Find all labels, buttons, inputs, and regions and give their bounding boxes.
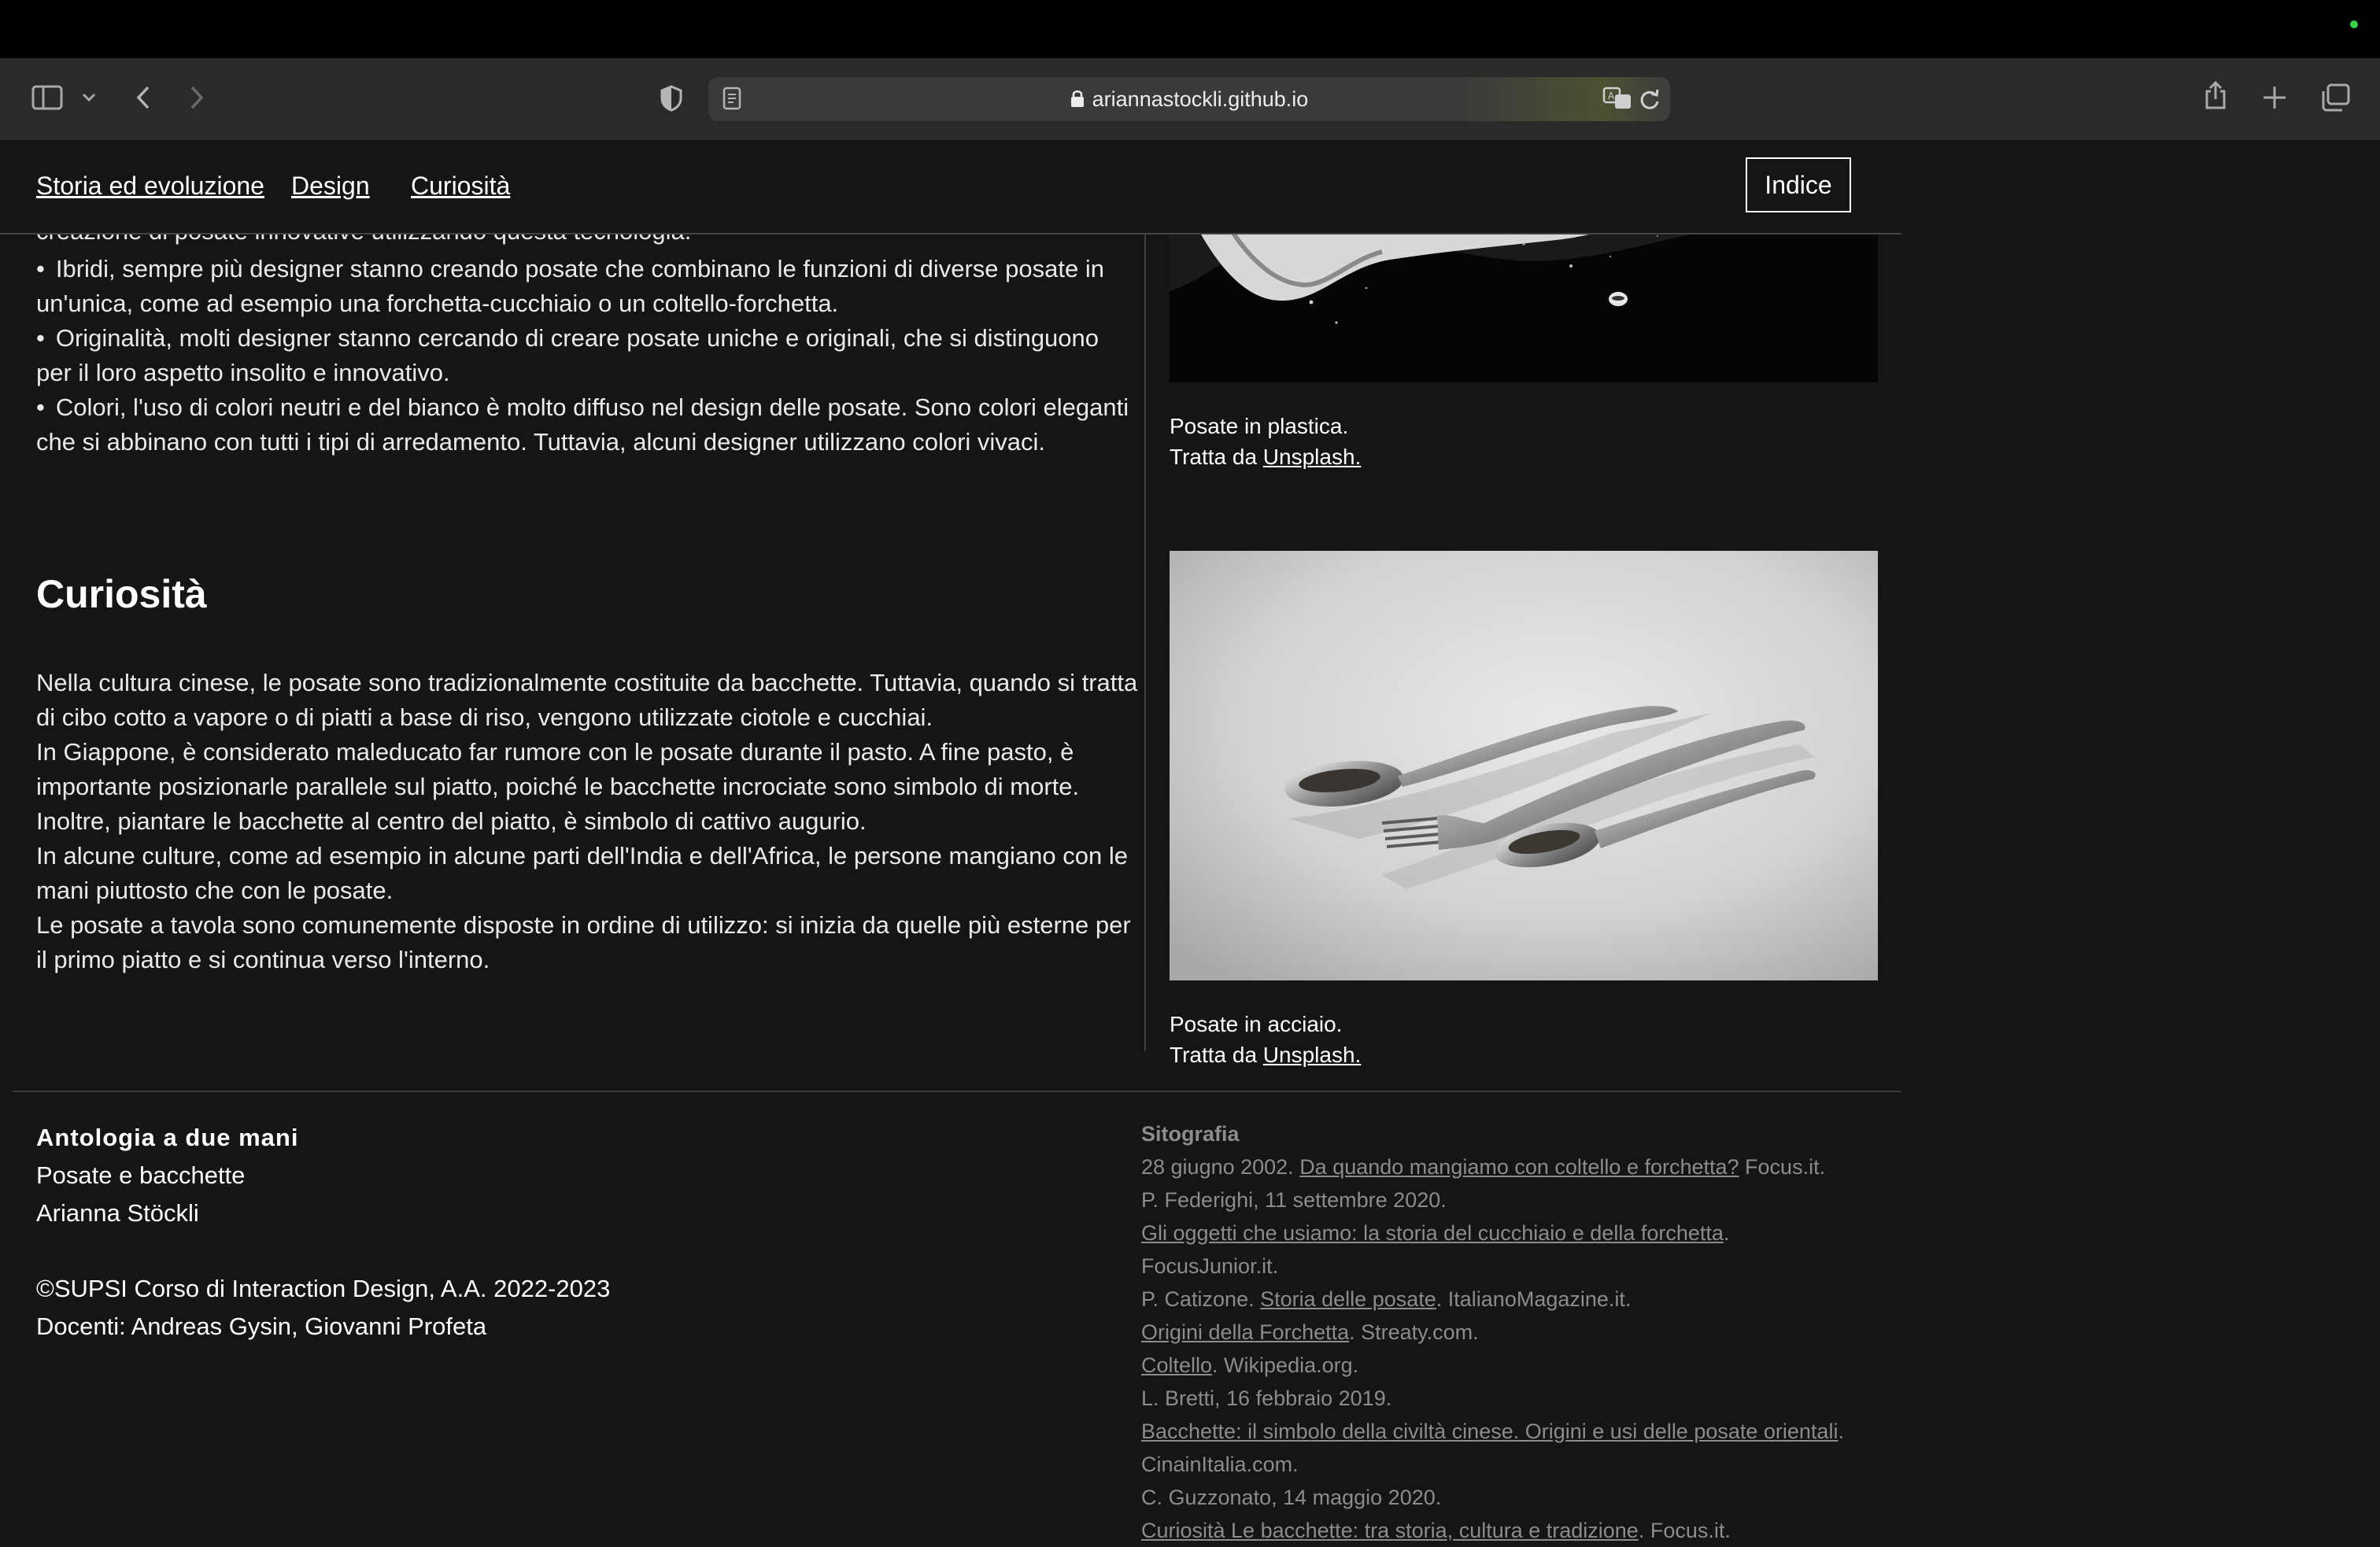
curiosita-text: Nella cultura cinese, le posate sono tra… [36, 666, 1138, 977]
source-line: Curiosità Le bacchette: tra storia, cult… [1141, 1519, 1731, 1542]
tab-overview-icon[interactable] [2320, 83, 2350, 112]
source-line: 28 giugno 2002. Da quando mangiamo con c… [1141, 1155, 1826, 1179]
image-caption: Posate in acciaio. Tratta da Unsplash. [1170, 1009, 1361, 1070]
footer-teachers: Docenti: Andreas Gysin, Giovanni Profeta [36, 1313, 487, 1340]
footer-credits: Antologia a due mani Posate e bacchette … [36, 1119, 610, 1346]
paragraph: In Giappone, è considerato maleducato fa… [36, 738, 1080, 835]
nav-link-design[interactable]: Design [291, 172, 370, 201]
source-line: Origini della Forchetta. Streaty.com. [1141, 1320, 1479, 1344]
list-item: Originalità, molti designer stanno cerca… [36, 321, 1130, 390]
source-link[interactable]: Gli oggetti che usiamo: la storia del cu… [1141, 1221, 1724, 1245]
site-navigation: Storia ed evoluzione Design Curiosità In… [0, 140, 1901, 234]
source-line: CinainItalia.com. [1141, 1453, 1299, 1476]
source-line: Bacchette: il simbolo della civiltà cine… [1141, 1420, 1844, 1443]
unsplash-link[interactable]: Unsplash. [1263, 445, 1362, 469]
design-trend-list: Ibridi, sempre più designer stanno crean… [36, 252, 1130, 460]
share-icon[interactable] [2204, 80, 2227, 110]
sitografia: Sitografia 28 giugno 2002. Da quando man… [1141, 1117, 1897, 1547]
caption-source: Tratta da Unsplash. [1170, 1039, 1361, 1070]
caption-text: Posate in plastica. [1170, 414, 1349, 438]
index-button[interactable]: Indice [1746, 157, 1851, 212]
source-link[interactable]: Da quando mangiamo con coltello e forche… [1299, 1155, 1739, 1179]
sitografia-title: Sitografia [1141, 1122, 1240, 1146]
unsplash-link[interactable]: Unsplash. [1263, 1043, 1362, 1067]
paragraph: In alcune culture, come ad esempio in al… [36, 842, 1128, 904]
source-link[interactable]: Coltello [1141, 1353, 1212, 1377]
source-link[interactable]: Curiosità Le bacchette: tra storia, cult… [1141, 1519, 1639, 1542]
caption-source: Tratta da Unsplash. [1170, 441, 1361, 472]
source-line: P. Federighi, 11 settembre 2020. [1141, 1188, 1447, 1212]
caption-source-prefix: Tratta da [1170, 1043, 1263, 1067]
page-background [1901, 140, 2380, 1545]
footer-copyright: ©SUPSI Corso di Interaction Design, A.A.… [36, 1275, 611, 1302]
new-tab-icon[interactable] [2262, 85, 2287, 110]
list-item: Ibridi, sempre più designer stanno crean… [36, 252, 1130, 321]
footer-title: Antologia a due mani [36, 1124, 299, 1151]
source-link[interactable]: Origini della Forchetta [1141, 1320, 1349, 1344]
column-divider [1144, 233, 1146, 1051]
source-line: FocusJunior.it. [1141, 1254, 1279, 1278]
caption-text: Posate in acciaio. [1170, 1012, 1343, 1036]
nav-link-curiosita[interactable]: Curiosità [411, 172, 510, 201]
source-line: L. Bretti, 16 febbraio 2019. [1141, 1386, 1392, 1410]
source-line: C. Guzzonato, 14 maggio 2020. [1141, 1486, 1442, 1509]
nav-link-storia[interactable]: Storia ed evoluzione [36, 172, 264, 201]
image-caption: Posate in plastica. Tratta da Unsplash. [1170, 411, 1361, 472]
paragraph: Nella cultura cinese, le posate sono tra… [36, 669, 1138, 731]
source-link[interactable]: Bacchette: il simbolo della civiltà cine… [1141, 1420, 1838, 1443]
source-line: P. Catizone. Storia delle posate. Italia… [1141, 1287, 1632, 1311]
source-link[interactable]: Storia delle posate [1260, 1287, 1436, 1311]
paragraph: Le posate a tavola sono comunemente disp… [36, 911, 1131, 973]
section-heading-curiosita: Curiosità [36, 572, 207, 616]
source-line: Gli oggetti che usiamo: la storia del cu… [1141, 1221, 1730, 1245]
source-line: Coltello. Wikipedia.org. [1141, 1353, 1359, 1377]
list-item: Colori, l'uso di colori neutri e del bia… [36, 390, 1130, 460]
footer-author: Arianna Stöckli [36, 1199, 199, 1227]
caption-source-prefix: Tratta da [1170, 445, 1263, 469]
steel-cutlery-image [1170, 551, 1878, 980]
status-indicator-icon [2350, 20, 2358, 28]
footer-divider [13, 1091, 1901, 1092]
footer-subtitle: Posate e bacchette [36, 1161, 246, 1189]
